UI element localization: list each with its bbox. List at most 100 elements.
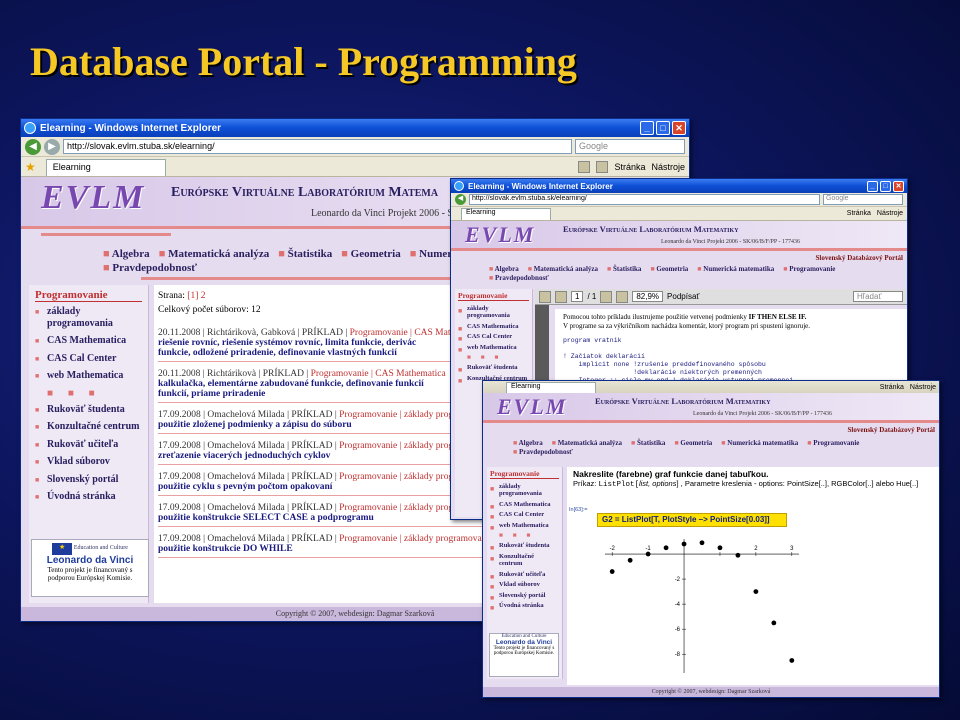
site-logo[interactable]: EVLM	[41, 179, 145, 217]
math-heading: Nakreslite (farebne) graf funkcie danej …	[573, 469, 769, 479]
zoom-input[interactable]: 82,9%	[632, 291, 664, 302]
menu-algebra[interactable]: Algebra	[489, 265, 519, 273]
entry-title-link[interactable]: použitie zloženej podmienky a zápisu do …	[158, 420, 458, 430]
menu-numericka[interactable]: Numerická matematika	[721, 439, 798, 447]
sidebar-item-cas-mathematica[interactable]: CAS Mathematica	[35, 335, 142, 347]
menu-analyza[interactable]: Matematická analýza	[159, 248, 270, 260]
site-logo[interactable]: EVLM	[497, 394, 567, 420]
close-button[interactable]: ✕	[672, 121, 686, 135]
menu-pravdepodobnost[interactable]: Pravdepodobnosť	[103, 262, 197, 274]
print-icon[interactable]	[555, 290, 567, 303]
menu-geometria[interactable]: Geometria	[341, 248, 401, 260]
sidebar-item-web-mathematica[interactable]: web Mathematica	[490, 522, 559, 533]
menu-statistika[interactable]: Štatistika	[278, 248, 332, 260]
menu-algebra[interactable]: Algebra	[103, 248, 150, 260]
leonardo-logo-text: Leonardo da Vinci	[495, 639, 553, 646]
print-icon[interactable]	[596, 160, 609, 173]
maximize-button[interactable]: □	[656, 121, 670, 135]
sidebar-item-rukovat-studenta[interactable]: Rukoväť študenta	[458, 364, 529, 375]
menu-programovanie[interactable]: Programovanie	[807, 439, 859, 447]
tools-menu[interactable]: Nástroje	[651, 162, 685, 172]
entry-title-link[interactable]: použitie konštrukcie SELECT CASE a podpr…	[158, 513, 458, 523]
sidebar-item-slovensky-portal[interactable]: Slovenský portál	[490, 592, 559, 603]
maximize-button[interactable]: □	[880, 180, 891, 192]
page-menu[interactable]: Stránka	[614, 162, 645, 172]
page-menu[interactable]: Stránka	[880, 384, 904, 391]
sidebar-item-zaklady[interactable]: základy programovania	[490, 483, 559, 498]
sidebar-item-slovensky-portal[interactable]: Slovenský portál	[35, 474, 142, 486]
favorites-star-icon[interactable]: ★	[25, 160, 36, 174]
forward-icon[interactable]: ▶	[44, 138, 60, 155]
title-bar[interactable]: Elearning - Windows Internet Explorer _ …	[451, 179, 907, 193]
select-tool-icon[interactable]	[600, 290, 613, 303]
menu-pravdepodobnost[interactable]: Pravdepodobnosť	[513, 448, 573, 456]
menu-statistika[interactable]: Štatistika	[631, 439, 665, 447]
pdf-search-input[interactable]: Hľadať	[853, 291, 903, 302]
page-menu[interactable]: Stránka	[847, 210, 871, 217]
sidebar-item-cas-mathematica[interactable]: CAS Mathematica	[458, 323, 529, 334]
menu-programovanie[interactable]: Programovanie	[783, 265, 835, 273]
entry-title-link[interactable]: použitie cyklu s pevným počtom opakovaní	[158, 482, 458, 492]
sidebar-item-rukovat-studenta[interactable]: Rukoväť študenta	[35, 404, 142, 416]
browser-window-math[interactable]: Elearning Stránka Nástroje EVLM Európske …	[482, 380, 940, 698]
menu-geometria[interactable]: Geometria	[650, 265, 688, 273]
sign-button[interactable]: Podpísať	[667, 292, 699, 301]
hand-tool-icon[interactable]	[616, 290, 629, 303]
back-icon[interactable]: ◀	[455, 194, 466, 205]
tab-elearning[interactable]: Elearning	[506, 382, 596, 393]
entry-title-link[interactable]: riešenie rovníc, riešenie systémov rovní…	[158, 338, 448, 358]
sidebar-item-rukovat-ucitela[interactable]: Rukoväť učiteľa	[35, 439, 142, 451]
tab-elearning[interactable]: Elearning	[45, 159, 166, 176]
sidebar-item-cas-mathematica[interactable]: CAS Mathematica	[490, 501, 559, 512]
back-icon[interactable]: ◀	[25, 138, 41, 155]
tools-menu[interactable]: Nástroje	[910, 384, 936, 391]
menu-numericka[interactable]: Numerická matematika	[697, 265, 774, 273]
sidebar-item-cas-cal-center[interactable]: CAS Cal Center	[458, 333, 529, 344]
entry-title-link[interactable]: použitie konštrukcie DO WHILE	[158, 544, 458, 554]
sidebar-item-cas-cal-center[interactable]: CAS Cal Center	[35, 353, 142, 365]
scatter-plot: -2-1123-2-4-6-8	[597, 531, 807, 681]
sidebar-item-uvodna[interactable]: Úvodná stránka	[490, 602, 559, 613]
entry-title-link[interactable]: zreťazenie viacerých jednoduchých cyklov	[158, 451, 458, 461]
sidebar-item-konzultacne[interactable]: Konzultačné centrum	[490, 553, 559, 568]
menu-geometria[interactable]: Geometria	[674, 439, 712, 447]
pagination-links[interactable]: [1] 2	[187, 291, 205, 301]
sidebar-item-konzultacne[interactable]: Konzultačné centrum	[35, 421, 142, 433]
site-logo[interactable]: EVLM	[465, 222, 535, 248]
sidebar-item-vklad[interactable]: Vklad súborov	[490, 581, 559, 592]
sidebar-item-vklad[interactable]: Vklad súborov	[35, 456, 142, 468]
sidebar-item-rukovat-ucitela[interactable]: Rukoväť učiteľa	[490, 571, 559, 582]
sidebar-item-rukovat-studenta[interactable]: Rukoväť študenta	[490, 542, 559, 553]
sidebar-item-web-mathematica[interactable]: web Mathematica	[458, 344, 529, 355]
sidebar-item-zaklady[interactable]: základy programovania	[458, 305, 529, 320]
url-input[interactable]: http://slovak.evlm.stuba.sk/elearning/	[63, 139, 572, 154]
url-input[interactable]: http://slovak.evlm.stuba.sk/elearning/	[469, 194, 820, 205]
data-point	[663, 545, 669, 551]
page-number-input[interactable]: 1	[571, 291, 584, 302]
menu-statistika[interactable]: Štatistika	[607, 265, 641, 273]
sidebar-item-web-mathematica[interactable]: web Mathematica	[35, 370, 142, 382]
tools-menu[interactable]: Nástroje	[877, 210, 903, 217]
minimize-button[interactable]: _	[640, 121, 654, 135]
menu-analyza[interactable]: Matematická analýza	[552, 439, 622, 447]
minimize-button[interactable]: _	[867, 180, 878, 192]
search-input[interactable]: Google	[575, 139, 685, 154]
save-icon[interactable]	[539, 290, 551, 303]
sidebar-item-zaklady[interactable]: základy programovania	[35, 306, 142, 329]
close-button[interactable]: ✕	[893, 180, 904, 192]
entry-category-link[interactable]: Programovanie | základy programovania	[339, 534, 493, 544]
entry-category-link[interactable]: Programovanie | CAS Mathematica	[311, 369, 446, 379]
sidebar-item-cas-cal-center[interactable]: CAS Cal Center	[490, 511, 559, 522]
title-bar[interactable]: Elearning Stránka Nástroje	[483, 381, 939, 393]
sidebar-item-uvodna[interactable]: Úvodná stránka	[35, 491, 142, 503]
menu-pravdepodobnost[interactable]: Pravdepodobnosť	[489, 274, 549, 282]
menu-algebra[interactable]: Algebra	[513, 439, 543, 447]
menu-analyza[interactable]: Matematická analýza	[528, 265, 598, 273]
portal-label: Slovenský Databázový Portál	[815, 254, 904, 262]
home-icon[interactable]	[578, 160, 591, 173]
input-cell[interactable]: G2 = ListPlot[T, PlotStyle –> PointSize[…	[597, 513, 787, 527]
entry-title-link[interactable]: kalkulačka, elementárne zabudované funkc…	[158, 379, 448, 399]
search-input[interactable]: Google	[823, 194, 903, 205]
tab-elearning[interactable]: Elearning	[461, 208, 551, 220]
title-bar[interactable]: Elearning - Windows Internet Explorer _ …	[21, 119, 689, 137]
